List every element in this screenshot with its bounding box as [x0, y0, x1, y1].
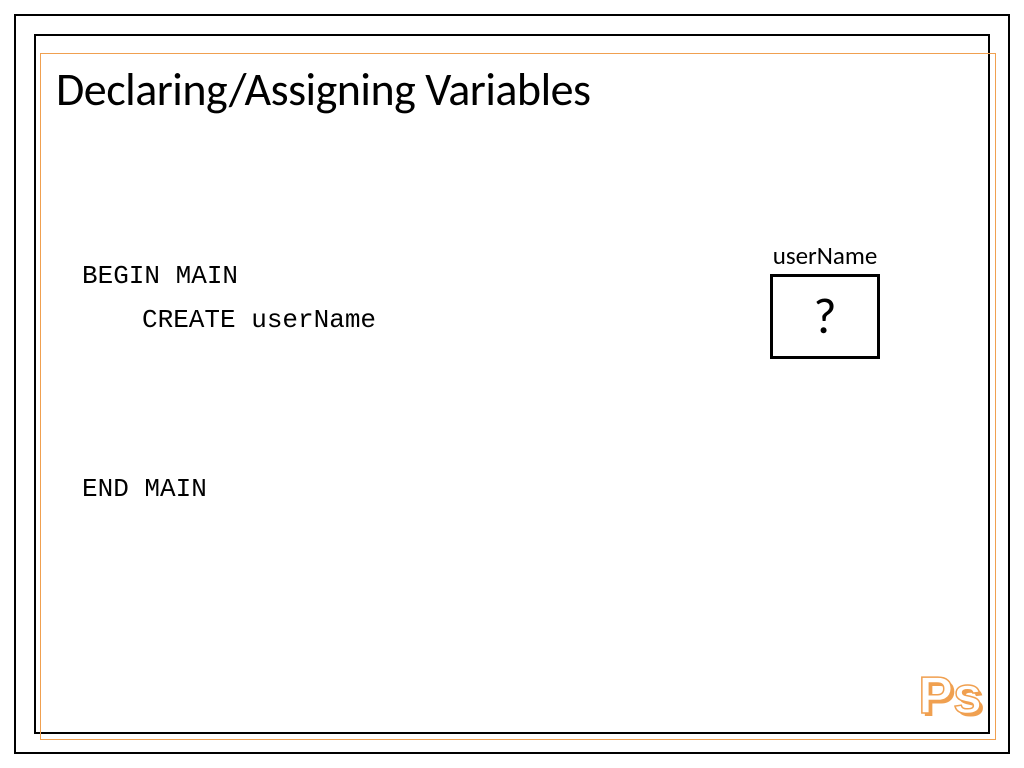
slide-title: Declaring/Assigning Variables [56, 62, 591, 118]
ps-logo: Ps Ps [918, 666, 982, 726]
variable-value: ? [813, 286, 836, 347]
variable-label: userName [770, 240, 880, 271]
pseudocode-block: BEGIN MAIN CREATE userName END MAIN [82, 254, 376, 512]
ps-logo-main: Ps [918, 667, 982, 725]
code-line-create: CREATE userName [82, 298, 376, 342]
code-line-end: END MAIN [82, 467, 376, 511]
variable-diagram: userName ? [770, 240, 880, 359]
variable-value-box: ? [770, 274, 880, 359]
code-line-begin: BEGIN MAIN [82, 254, 376, 298]
